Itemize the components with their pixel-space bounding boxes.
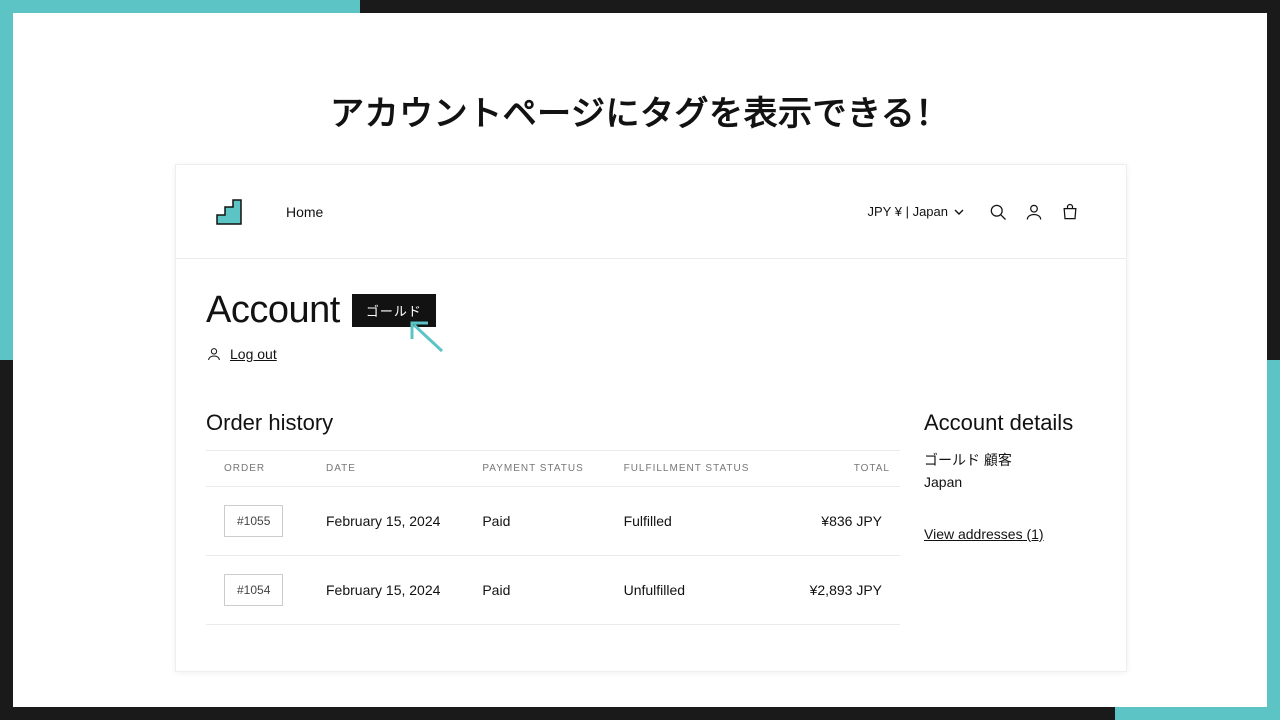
cell-payment: Paid: [472, 556, 613, 625]
customer-country: Japan: [924, 474, 1096, 490]
cell-total: ¥836 JPY: [783, 487, 900, 556]
logout-row: Log out: [206, 346, 1096, 362]
section-title-details: Account details: [924, 410, 1096, 436]
currency-selector[interactable]: JPY ¥ | Japan: [868, 204, 964, 219]
logout-link[interactable]: Log out: [230, 346, 277, 362]
search-icon: [988, 202, 1008, 222]
cell-fulfillment: Unfulfilled: [614, 556, 784, 625]
order-id-link[interactable]: #1054: [224, 574, 283, 606]
slide-headline: アカウントページにタグを表示できる！: [13, 86, 1267, 135]
account-details-section: Account details ゴールド 顧客 Japan View addre…: [924, 410, 1096, 625]
account-button[interactable]: [1016, 194, 1052, 230]
outer-frame: アカウントページにタグを表示できる！ Home JPY ¥ | Japan: [0, 0, 1280, 720]
cell-total: ¥2,893 JPY: [783, 556, 900, 625]
account-page-card: Home JPY ¥ | Japan Account: [175, 164, 1127, 672]
bag-icon: [1060, 202, 1080, 222]
decor-bar-top: [0, 0, 360, 13]
currency-label: JPY ¥ | Japan: [868, 204, 948, 219]
order-id-link[interactable]: #1055: [224, 505, 283, 537]
col-date: DATE: [316, 451, 472, 487]
table-row: #1054 February 15, 2024 Paid Unfulfilled…: [206, 556, 900, 625]
decor-bar-left: [0, 0, 13, 360]
site-header: Home JPY ¥ | Japan: [176, 165, 1126, 259]
table-row: #1055 February 15, 2024 Paid Fulfilled ¥…: [206, 487, 900, 556]
page-title: Account: [206, 289, 340, 332]
stairs-icon: [214, 197, 244, 227]
customer-name: ゴールド 顧客: [924, 450, 1096, 470]
order-history-section: Order history ORDER DATE PAYMENT STATUS …: [206, 410, 900, 625]
col-total: TOTAL: [783, 451, 900, 487]
chevron-down-icon: [954, 207, 964, 217]
cart-button[interactable]: [1052, 194, 1088, 230]
col-order: ORDER: [206, 451, 316, 487]
page-body: Account ゴールド Log out Order history ORDER: [176, 259, 1126, 625]
user-icon: [206, 346, 222, 362]
logo[interactable]: [214, 197, 244, 227]
search-button[interactable]: [980, 194, 1016, 230]
col-payment: PAYMENT STATUS: [472, 451, 613, 487]
nav-home-link[interactable]: Home: [286, 204, 323, 220]
col-fulfillment: FULFILLMENT STATUS: [614, 451, 784, 487]
content-split: Order history ORDER DATE PAYMENT STATUS …: [206, 410, 1096, 625]
cell-payment: Paid: [472, 487, 613, 556]
section-title-orders: Order history: [206, 410, 900, 436]
user-icon: [1024, 202, 1044, 222]
cell-fulfillment: Fulfilled: [614, 487, 784, 556]
view-addresses-link[interactable]: View addresses (1): [924, 526, 1044, 542]
cell-date: February 15, 2024: [316, 487, 472, 556]
slide-panel: アカウントページにタグを表示できる！ Home JPY ¥ | Japan: [13, 13, 1267, 707]
cell-date: February 15, 2024: [316, 556, 472, 625]
title-row: Account ゴールド: [206, 289, 1096, 332]
order-history-table: ORDER DATE PAYMENT STATUS FULFILLMENT ST…: [206, 450, 900, 625]
customer-tag-badge: ゴールド: [352, 294, 436, 327]
